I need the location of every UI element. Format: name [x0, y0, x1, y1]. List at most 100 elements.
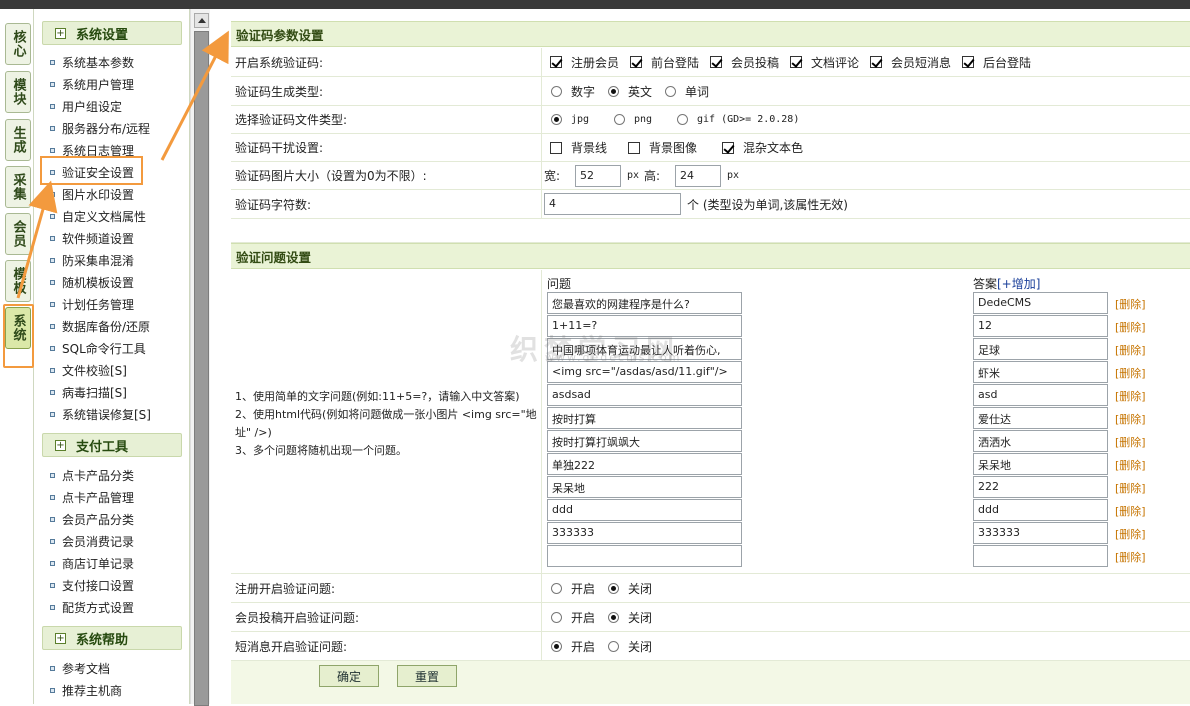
add-question-link[interactable]: [+增加]	[997, 275, 1040, 292]
answer-input[interactable]: asd	[973, 384, 1108, 406]
menu-item[interactable]: 系统错误修复[S]	[50, 404, 151, 424]
radio-gif[interactable]: gif (GD>= 2.0.28)	[677, 114, 799, 125]
cb-member-msg[interactable]: 会员短消息	[870, 54, 951, 71]
vtab-member[interactable]: 会员	[5, 213, 31, 255]
delete-link[interactable]: [删除]	[1115, 549, 1146, 565]
delete-link[interactable]: [删除]	[1115, 342, 1146, 358]
question-input[interactable]: 您最喜欢的网建程序是什么?	[547, 292, 742, 314]
delete-link[interactable]: [删除]	[1115, 503, 1146, 519]
radio-word[interactable]: 单词	[665, 83, 709, 100]
menu-item[interactable]: 服务器分布/远程	[50, 118, 150, 138]
cb-bg-line[interactable]: 背景线	[550, 139, 607, 156]
delete-link[interactable]: [删除]	[1115, 388, 1146, 404]
menu-item[interactable]: 支付接口设置	[50, 575, 134, 595]
answer-input[interactable]: 洒洒水	[973, 430, 1108, 452]
question-input[interactable]: 1+11=?	[547, 315, 742, 337]
answer-input[interactable]: 爱仕达	[973, 407, 1108, 429]
delete-link[interactable]: [删除]	[1115, 365, 1146, 381]
menu-item[interactable]: 病毒扫描[S]	[50, 382, 127, 402]
menu-section-system-settings[interactable]: + 系统设置	[42, 21, 182, 45]
answer-input[interactable]: ddd	[973, 499, 1108, 521]
reset-button[interactable]: 重置	[397, 665, 457, 687]
menu-item[interactable]: 配货方式设置	[50, 597, 134, 617]
submit-button[interactable]: 确定	[319, 665, 379, 687]
delete-link[interactable]: [删除]	[1115, 411, 1146, 427]
answer-input[interactable]	[973, 545, 1108, 567]
question-input[interactable]: 按时打算打飒飒大	[547, 430, 742, 452]
delete-link[interactable]: [删除]	[1115, 526, 1146, 542]
delete-link[interactable]: [删除]	[1115, 457, 1146, 473]
answer-input[interactable]: 呆呆地	[973, 453, 1108, 475]
cb-admin-login[interactable]: 后台登陆	[962, 54, 1031, 71]
menu-item[interactable]: 系统用户管理	[50, 74, 134, 94]
answer-input[interactable]: 足球	[973, 338, 1108, 360]
menu-item[interactable]: 点卡产品管理	[50, 487, 134, 507]
height-input[interactable]: 24	[675, 165, 721, 187]
char-count-input[interactable]: 4	[544, 193, 681, 215]
radio-english[interactable]: 英文	[608, 83, 652, 100]
menu-section-system-help[interactable]: + 系统帮助	[42, 626, 182, 650]
delete-link[interactable]: [删除]	[1115, 296, 1146, 312]
menu-item[interactable]: 图片水印设置	[50, 184, 134, 204]
answer-input[interactable]: 12	[973, 315, 1108, 337]
answer-input[interactable]: DedeCMS	[973, 292, 1108, 314]
question-input[interactable]: 呆呆地	[547, 476, 742, 498]
cb-member-post[interactable]: 会员投稿	[710, 54, 779, 71]
msg-on-radio[interactable]: 开启	[551, 638, 595, 655]
question-input[interactable]: 中国哪项体育运动最让人听着伤心,	[547, 338, 742, 360]
post-on-radio[interactable]: 开启	[551, 609, 595, 626]
menu-section-payment-tools[interactable]: + 支付工具	[42, 433, 182, 457]
msg-off-radio[interactable]: 关闭	[608, 638, 652, 655]
cb-comment[interactable]: 文档评论	[790, 54, 859, 71]
question-input[interactable]: 333333	[547, 522, 742, 544]
menu-item[interactable]: 参考文档	[50, 658, 110, 678]
answer-input[interactable]: 333333	[973, 522, 1108, 544]
radio-png[interactable]: png	[614, 114, 652, 125]
vtab-collect[interactable]: 采集	[5, 166, 31, 208]
question-input[interactable]: 单独222	[547, 453, 742, 475]
reg-on-radio[interactable]: 开启	[551, 580, 595, 597]
menu-item[interactable]: 自定义文档属性	[50, 206, 146, 226]
menu-item[interactable]: 系统基本参数	[50, 52, 134, 72]
reg-off-radio[interactable]: 关闭	[608, 580, 652, 597]
question-input[interactable]: 按时打算	[547, 407, 742, 429]
menu-item[interactable]: 会员产品分类	[50, 509, 134, 529]
answer-input[interactable]: 222	[973, 476, 1108, 498]
menu-item[interactable]: 防采集串混淆	[50, 250, 134, 270]
menu-item[interactable]: 软件频道设置	[50, 228, 134, 248]
menu-item[interactable]: 点卡产品分类	[50, 465, 134, 485]
radio-jpg[interactable]: jpg	[551, 114, 589, 125]
question-input[interactable]: asdsad	[547, 384, 742, 406]
cb-register[interactable]: 注册会员	[550, 54, 619, 71]
menu-item[interactable]: 用户组设定	[50, 96, 122, 116]
menu-item[interactable]: 数据库备份/还原	[50, 316, 150, 336]
scroll-up-arrow-icon[interactable]	[194, 13, 209, 28]
menu-item[interactable]: 推荐主机商	[50, 680, 122, 700]
vtab-generate[interactable]: 生成	[5, 119, 31, 161]
vtab-core[interactable]: 核心	[5, 23, 31, 65]
radio-digit[interactable]: 数字	[551, 83, 595, 100]
menu-item[interactable]: SQL命令行工具	[50, 338, 146, 358]
delete-link[interactable]: [删除]	[1115, 480, 1146, 496]
vtab-module[interactable]: 模块	[5, 71, 31, 113]
post-off-radio[interactable]: 关闭	[608, 609, 652, 626]
scrollbar[interactable]	[190, 9, 210, 706]
question-input[interactable]: ddd	[547, 499, 742, 521]
menu-item-label: 计划任务管理	[62, 297, 135, 312]
vtab-template[interactable]: 模板	[5, 260, 31, 302]
delete-link[interactable]: [删除]	[1115, 434, 1146, 450]
cb-mixed-color[interactable]: 混杂文本色	[722, 139, 803, 156]
menu-item[interactable]: 随机模板设置	[50, 272, 134, 292]
question-input[interactable]: <img src="/asdas/asd/11.gif"/>	[547, 361, 742, 383]
delete-link[interactable]: [删除]	[1115, 319, 1146, 335]
menu-item[interactable]: 计划任务管理	[50, 294, 134, 314]
menu-item[interactable]: 商店订单记录	[50, 553, 134, 573]
menu-item[interactable]: 会员消费记录	[50, 531, 134, 551]
width-input[interactable]: 52	[575, 165, 621, 187]
menu-item[interactable]: 文件校验[S]	[50, 360, 127, 380]
scroll-thumb[interactable]	[194, 31, 209, 706]
answer-input[interactable]: 虾米	[973, 361, 1108, 383]
cb-front-login[interactable]: 前台登陆	[630, 54, 699, 71]
question-input[interactable]	[547, 545, 742, 567]
cb-bg-image[interactable]: 背景图像	[628, 139, 697, 156]
